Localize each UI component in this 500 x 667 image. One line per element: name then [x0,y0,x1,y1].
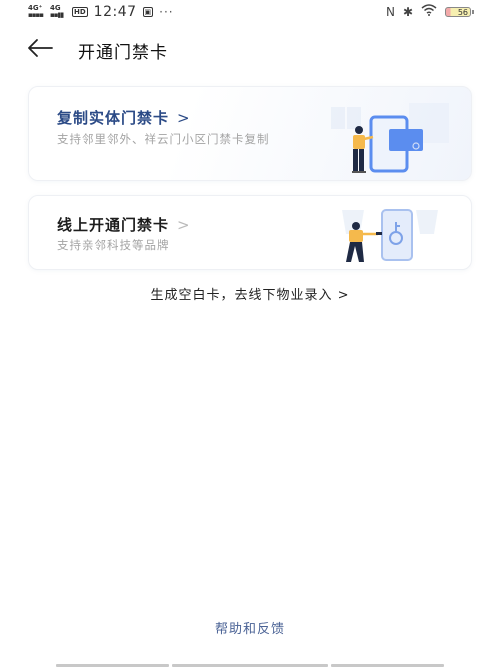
bluetooth-icon: ✱ [402,4,413,19]
page-title: 开通门禁卡 [78,43,168,63]
person-phone-key-illustration [342,209,438,262]
signal-icon: 4G⁺ ▪▪▪▪ [28,4,44,19]
person-phone-card-illustration [331,103,449,173]
more-notifications-icon: ··· [159,5,174,19]
clock: 12:47 [93,4,137,20]
generate-blank-card-link[interactable]: 生成空白卡，去线下物业录入 > [0,284,500,303]
copy-physical-card-option[interactable]: 复制实体门禁卡 > 支持邻里邻外、祥云门小区门禁卡复制 [28,86,472,181]
arrow-left-icon [28,39,53,57]
chevron-right-icon: > [177,216,191,234]
status-bar: 4G⁺ ▪▪▪▪ 4G ▪▪▮▮ HD 12:47 ▣ ··· N ✱ 56 [0,0,500,24]
battery-level: 56 [445,6,471,17]
back-button[interactable] [26,36,54,60]
signal-icon-2: 4G ▪▪▮▮ [50,4,64,19]
notification-icon: ▣ [142,7,154,17]
header: 开通门禁卡 [0,32,500,66]
chevron-right-icon: > [177,109,191,127]
battery-icon: 56 [445,6,474,17]
card-description: 支持邻里邻外、祥云门小区门禁卡复制 [57,132,270,146]
hd-voice-icon: HD [72,7,88,17]
nfc-icon: N [385,4,395,19]
help-and-feedback-link[interactable]: 帮助和反馈 [0,618,500,637]
card-title: 线上开通门禁卡 > [57,216,191,234]
card-description: 支持亲邻科技等品牌 [57,238,170,252]
card-title: 复制实体门禁卡 > [57,109,191,127]
wifi-icon [421,4,437,19]
online-activate-card-option[interactable]: 线上开通门禁卡 > 支持亲邻科技等品牌 [28,195,472,270]
